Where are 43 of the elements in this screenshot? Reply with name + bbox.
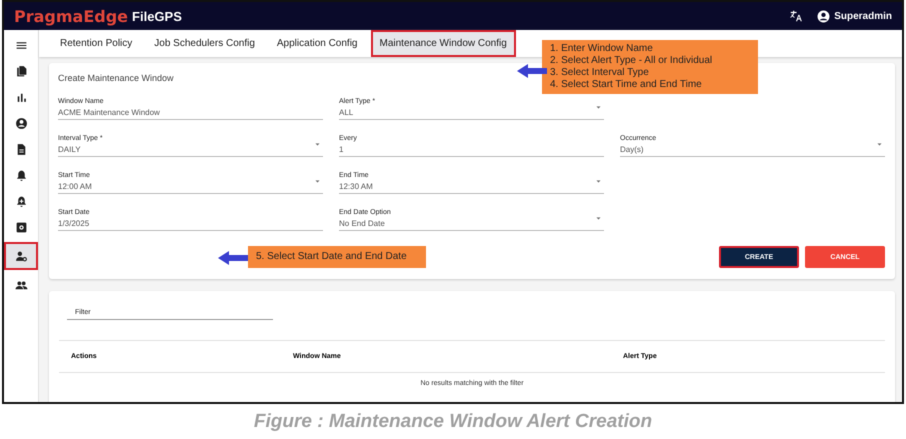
translate-icon[interactable]	[789, 9, 804, 23]
bell-plus-icon	[14, 194, 28, 208]
account-icon	[817, 10, 830, 22]
tab[interactable]: Application Config	[268, 30, 366, 57]
bar-chart-icon	[14, 90, 28, 104]
field-value: ALL	[339, 108, 354, 117]
account-icon	[14, 116, 28, 130]
figure-caption: Figure : Maintenance Window Alert Creation	[252, 411, 654, 433]
tab[interactable]: Retention Policy	[51, 30, 142, 57]
sidebar-item[interactable]	[4, 242, 38, 270]
field-value: DAILY	[58, 145, 82, 154]
caret-icon	[595, 104, 602, 111]
field-value: 1/3/2025	[58, 219, 90, 228]
field-value: 1	[339, 145, 344, 154]
arrow-icon	[517, 64, 547, 78]
callout-line: 4. Select Start Time and End Time	[550, 79, 703, 91]
caret-icon	[314, 178, 321, 185]
form-title: Create Maintenance Window	[58, 73, 175, 83]
field-value: Day(s)	[620, 145, 645, 154]
user-gear-icon	[14, 250, 28, 262]
field-value: 12:00 AM	[58, 182, 93, 191]
arrow-icon	[218, 251, 248, 265]
callout-line: 2. Select Alert Type - All or Individual	[550, 55, 714, 67]
caret-icon	[876, 141, 883, 148]
field-value: No End Date	[339, 219, 386, 228]
callout-line: 5. Select Start Date and End Date	[256, 251, 408, 263]
brand-logo: PragmaEdge	[14, 6, 128, 26]
tab[interactable]: Maintenance Window Config	[370, 30, 516, 57]
callout-line: 3. Select Interval Type	[550, 67, 650, 79]
document-icon	[14, 142, 28, 156]
caret-icon	[595, 215, 602, 222]
bell-icon	[14, 168, 28, 182]
callout-line: 1. Enter Window Name	[550, 43, 654, 55]
product-name: FileGPS	[132, 8, 182, 24]
people-icon	[14, 278, 28, 292]
caret-icon	[595, 178, 602, 185]
files-icon	[14, 64, 28, 78]
settings-icon	[14, 220, 28, 234]
tab[interactable]: Job Schedulers Config	[145, 30, 264, 57]
caret-icon	[314, 141, 321, 148]
user-name[interactable]: Superadmin	[834, 10, 892, 22]
field-value: 12:30 AM	[339, 182, 374, 191]
field-value: ACME Maintenance Window	[58, 108, 161, 117]
